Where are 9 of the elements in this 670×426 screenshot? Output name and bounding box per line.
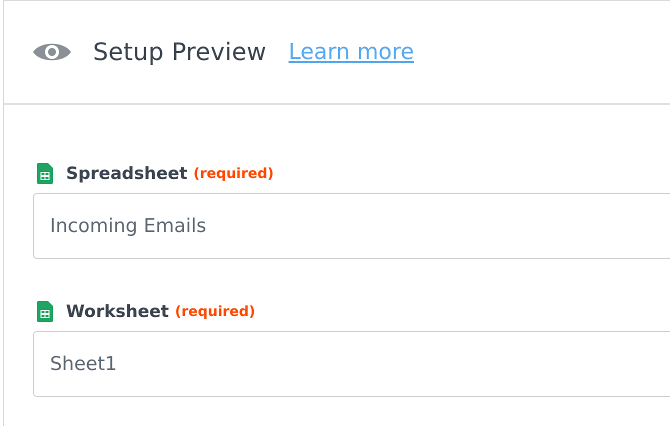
input-field[interactable]: Sheet1 <box>33 331 670 397</box>
spreadsheet-icon <box>37 301 53 322</box>
required-note: (required) <box>193 166 274 182</box>
input-field[interactable]: Incoming Emails <box>33 193 670 259</box>
field-label: Worksheet <box>66 302 169 322</box>
field-label: Spreadsheet <box>66 164 188 184</box>
spreadsheet-icon <box>37 163 53 184</box>
required-note: (required) <box>174 304 256 320</box>
section-title: Setup Preview <box>93 38 267 66</box>
